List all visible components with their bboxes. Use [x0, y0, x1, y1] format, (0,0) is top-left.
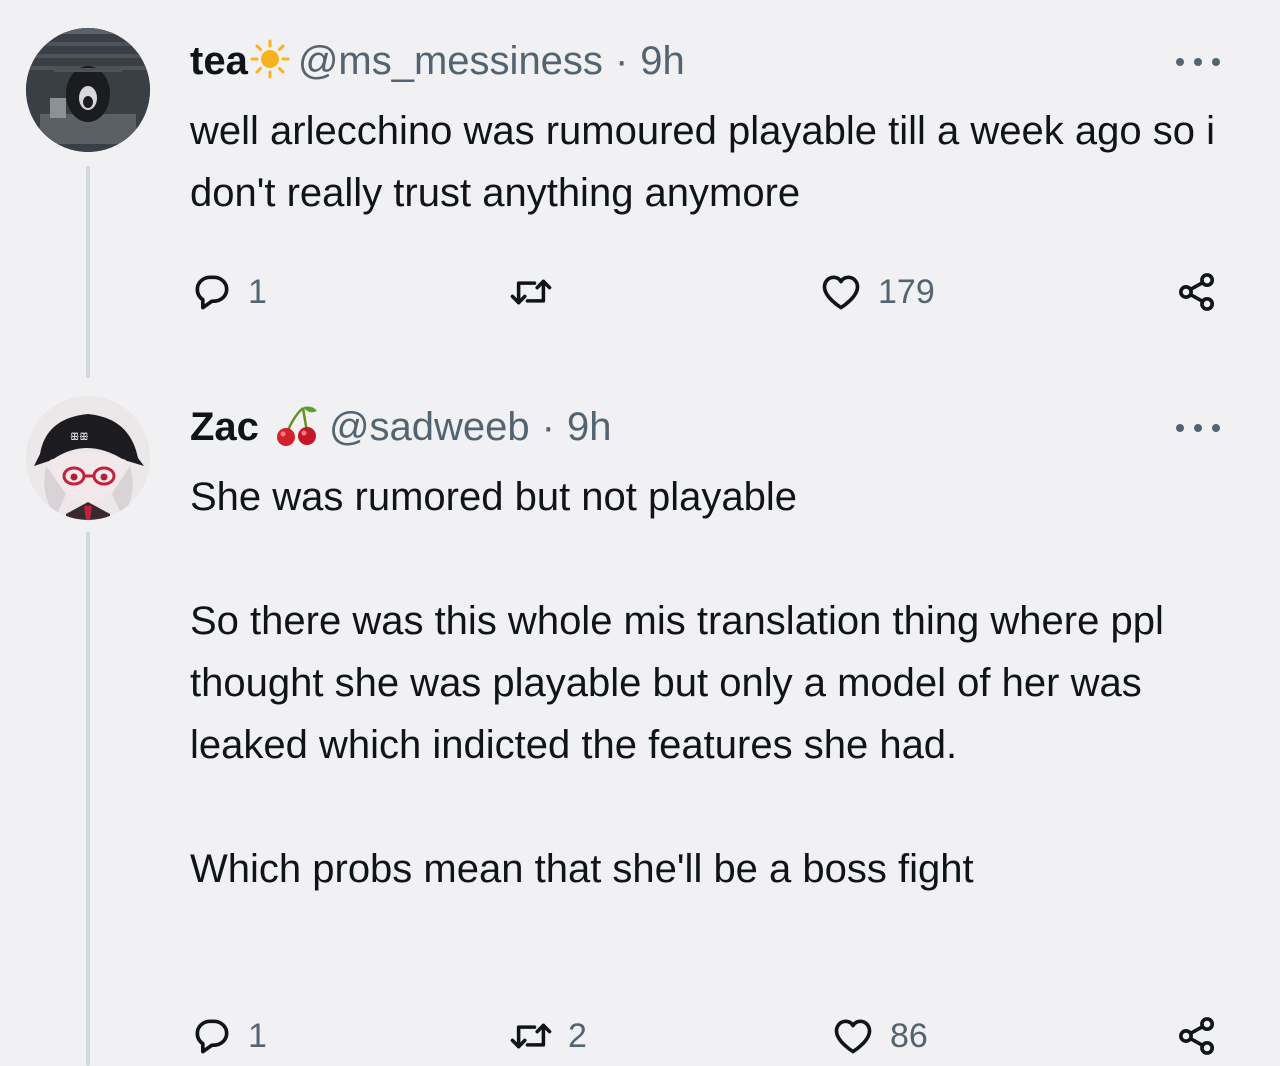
tweet-paragraph: Which probs mean that she'll be a boss f… — [190, 847, 974, 891]
retweet-arrows-icon — [510, 279, 552, 305]
tweet-text: well arlecchino was rumoured playable ti… — [190, 100, 1250, 224]
retweet-button[interactable] — [508, 270, 568, 314]
tweet[interactable]: ꕥꕥ Zac @sadweeb · 9h She was rumored but… — [0, 380, 1280, 1066]
more-options-icon[interactable] — [1176, 52, 1220, 72]
avatar-image: ꕥꕥ — [26, 396, 150, 520]
timestamp[interactable]: 9h — [640, 39, 685, 84]
action-bar: 1 179 — [190, 270, 1230, 318]
retweet-count: 2 — [568, 1016, 587, 1055]
action-bar: 1 2 86 — [190, 1014, 1230, 1062]
user-handle[interactable]: @sadweeb — [329, 405, 530, 450]
tweet[interactable]: tea @ms_messiness · 9h well arlecchino w… — [0, 0, 1280, 360]
like-count: 179 — [878, 272, 935, 311]
heart-icon — [822, 275, 860, 310]
share-button[interactable] — [1174, 1014, 1220, 1058]
reply-button[interactable]: 1 — [190, 270, 267, 314]
avatar[interactable]: ꕥꕥ — [26, 396, 150, 520]
retweet-button[interactable]: 2 — [508, 1014, 587, 1058]
speech-bubble-icon — [195, 1019, 229, 1054]
tweet-paragraph: So there was this whole mis translation … — [190, 599, 1164, 767]
display-name[interactable]: tea — [190, 39, 248, 84]
like-button[interactable]: 86 — [830, 1014, 928, 1058]
avatar[interactable] — [26, 28, 150, 152]
tweet-header: tea @ms_messiness · 9h — [190, 36, 685, 86]
tweet-header: Zac @sadweeb · 9h — [190, 402, 612, 452]
separator-dot: · — [614, 38, 629, 83]
tweet-paragraph: She was rumored but not playable — [190, 475, 798, 519]
reply-button[interactable]: 1 — [190, 1014, 267, 1058]
cherry-emoji-icon — [273, 401, 321, 454]
sun-emoji-icon — [250, 39, 290, 84]
retweet-arrows-icon — [510, 1023, 552, 1049]
display-name[interactable]: Zac — [190, 405, 259, 450]
user-handle[interactable]: @ms_messiness — [298, 39, 603, 84]
share-nodes-icon — [1179, 273, 1215, 311]
more-options-icon[interactable] — [1176, 418, 1220, 438]
share-nodes-icon — [1179, 1017, 1215, 1055]
like-button[interactable]: 179 — [818, 270, 935, 314]
tweet-text: She was rumored but not playable So ther… — [190, 466, 1250, 900]
svg-text:ꕥꕥ: ꕥꕥ — [70, 432, 89, 443]
reply-count: 1 — [248, 272, 267, 311]
share-button[interactable] — [1174, 270, 1220, 314]
speech-bubble-icon — [195, 275, 229, 310]
like-count: 86 — [890, 1016, 928, 1055]
avatar-image — [26, 28, 150, 152]
reply-thread: tea @ms_messiness · 9h well arlecchino w… — [0, 0, 1280, 1066]
tweet-paragraph: well arlecchino was rumoured playable ti… — [190, 109, 1215, 215]
timestamp[interactable]: 9h — [567, 405, 612, 450]
heart-icon — [834, 1019, 872, 1054]
reply-count: 1 — [248, 1016, 267, 1055]
separator-dot: · — [541, 404, 555, 449]
